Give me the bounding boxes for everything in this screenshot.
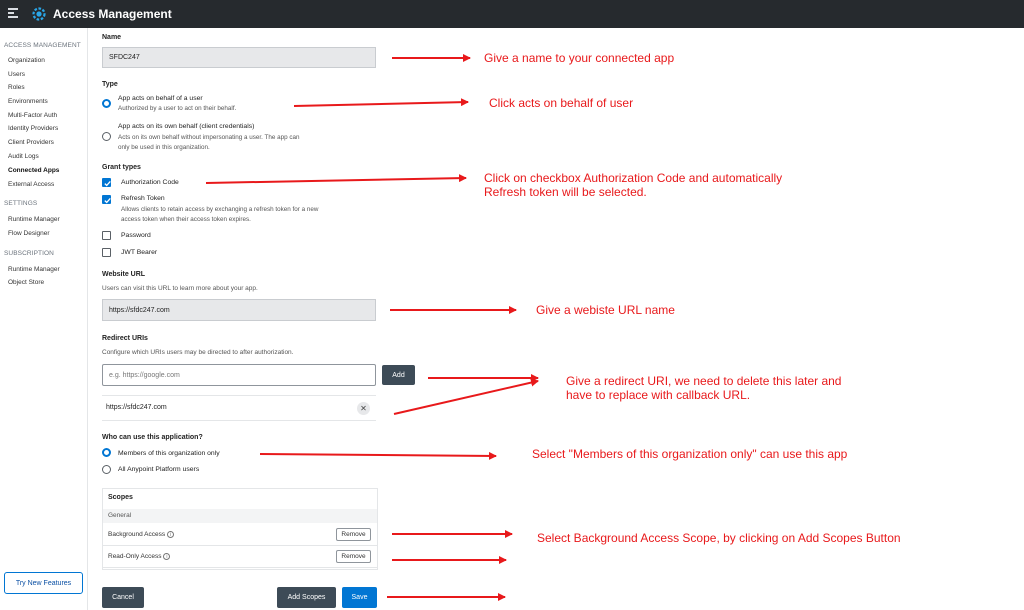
redirect-uris-label: Redirect URIs [102, 335, 148, 342]
sidebar-item-connected-apps[interactable]: Connected Apps [8, 167, 59, 174]
sidebar-item-organization[interactable]: Organization [8, 57, 45, 64]
top-bar: Access Management [0, 0, 1024, 28]
grant-jwt-bearer-label: JWT Bearer [121, 249, 158, 256]
sidebar-item-client-providers[interactable]: Client Providers [8, 139, 54, 146]
access-management-logo-icon [32, 7, 46, 21]
scopes-group-general: General [103, 509, 377, 523]
grant-types-label: Grant types [102, 164, 141, 171]
add-redirect-uri-button[interactable]: Add [382, 365, 415, 385]
sidebar-item-identity-providers[interactable]: Identity Providers [8, 125, 58, 132]
website-url-label: Website URL [102, 271, 146, 278]
option-desc-own-behalf-line2: only be used in this organization. [118, 144, 210, 151]
scopes-label: Scopes [108, 494, 133, 501]
sidebar-item-runtime-manager-subscription[interactable]: Runtime Manager [8, 266, 60, 273]
sidebar-item-environments[interactable]: Environments [8, 98, 48, 105]
annotation-website: Give a webiste URL name [536, 303, 675, 317]
grant-authorization-code-label: Authorization Code [121, 179, 179, 186]
hamburger-menu-icon[interactable] [8, 8, 20, 20]
add-scopes-button[interactable]: Add Scopes [277, 587, 336, 608]
annotation-grant-line1: Click on checkbox Authorization Code and… [484, 171, 783, 185]
checkbox-refresh-token[interactable] [102, 195, 111, 204]
sidebar-item-roles[interactable]: Roles [8, 84, 25, 91]
type-label: Type [102, 81, 118, 88]
radio-own-behalf[interactable] [102, 132, 111, 141]
sidebar-item-external-access[interactable]: External Access [8, 181, 54, 188]
sidebar-item-users[interactable]: Users [8, 71, 25, 78]
option-title-own-behalf: App acts on its own behalf (client crede… [118, 123, 255, 130]
scope-name: Background Access i [108, 531, 175, 538]
option-desc-own-behalf-line1: Acts on its own behalf without impersona… [118, 134, 300, 141]
sidebar: ACCESS MANAGEMENT Organization Users Rol… [0, 28, 88, 610]
try-new-features-button[interactable]: Try New Features [4, 572, 83, 594]
checkbox-jwt-bearer[interactable] [102, 248, 111, 257]
grant-refresh-token-desc-line2: access token when their access token exp… [121, 216, 251, 223]
app-title: Access Management [53, 7, 172, 21]
option-title-on-behalf-of-user: App acts on behalf of a user [118, 95, 203, 102]
sidebar-item-audit-logs[interactable]: Audit Logs [8, 153, 39, 160]
annotation-redirect-line2: have to replace with callback URL. [566, 388, 751, 402]
redirect-uris-help: Configure which URIs users may be direct… [102, 349, 294, 356]
scopes-table: Scopes General Background Access i Remove… [102, 488, 378, 570]
sidebar-item-flow-designer[interactable]: Flow Designer [8, 230, 50, 237]
info-icon[interactable]: i [167, 531, 175, 538]
redirect-uri-input[interactable]: e.g. https://google.com [102, 364, 376, 386]
arrow-redirect-row [393, 378, 539, 415]
annotation-grant-line2: Refresh token will be selected. [484, 185, 647, 199]
arrow-audience [259, 451, 497, 460]
sidebar-section-access-management: ACCESS MANAGEMENT [4, 42, 81, 49]
name-label: Name [102, 34, 122, 41]
radio-members-only[interactable] [102, 448, 111, 457]
option-members-only: Members of this organization only [118, 450, 220, 457]
annotation-type: Click acts on behalf of user [489, 96, 634, 110]
grant-password-label: Password [121, 232, 151, 239]
checkbox-password[interactable] [102, 231, 111, 240]
cancel-button[interactable]: Cancel [102, 587, 144, 608]
radio-on-behalf-of-user[interactable] [102, 99, 111, 108]
sidebar-section-settings: SETTINGS [4, 200, 38, 207]
radio-all-users[interactable] [102, 465, 111, 474]
arrow-grant [205, 174, 467, 184]
redirect-uri-value: https://sfdc247.com [106, 404, 167, 411]
website-url-field[interactable]: https://sfdc247.com [102, 299, 376, 321]
website-url-help: Users can visit this URL to learn more a… [102, 285, 258, 292]
sidebar-section-subscription: SUBSCRIPTION [4, 250, 54, 257]
annotation-audience: Select "Members of this organization onl… [532, 447, 848, 461]
save-button[interactable]: Save [342, 587, 377, 608]
arrow-type [293, 98, 469, 107]
info-icon[interactable]: i [163, 553, 171, 560]
remove-scope-button[interactable]: Remove [336, 528, 371, 541]
grant-refresh-token-desc-line1: Allows clients to retain access by excha… [121, 206, 319, 213]
option-all-users: All Anypoint Platform users [118, 466, 200, 473]
sidebar-item-multi-factor-auth[interactable]: Multi-Factor Auth [8, 112, 57, 119]
sidebar-item-object-store[interactable]: Object Store [8, 279, 44, 286]
remove-scope-button[interactable]: Remove [336, 550, 371, 563]
option-desc-on-behalf-of-user: Authorized by a user to act on their beh… [118, 105, 237, 112]
remove-uri-icon[interactable]: ✕ [357, 402, 370, 415]
sidebar-item-runtime-manager-settings[interactable]: Runtime Manager [8, 216, 60, 223]
annotation-scopes: Select Background Access Scope, by click… [537, 531, 901, 545]
grant-refresh-token-label: Refresh Token [121, 195, 165, 202]
scope-row-background-access: Background Access i Remove [103, 524, 377, 546]
redirect-uri-row: https://sfdc247.com ✕ [102, 395, 376, 421]
annotation-name: Give a name to your connected app [484, 51, 675, 65]
name-field[interactable]: SFDC247 [102, 47, 376, 68]
checkbox-authorization-code[interactable] [102, 178, 111, 187]
audience-label: Who can use this application? [102, 434, 203, 441]
scope-name: Read-Only Access i [108, 553, 171, 560]
scope-row-read-only-access: Read-Only Access i Remove [103, 546, 377, 568]
annotation-redirect-line1: Give a redirect URI, we need to delete t… [566, 374, 842, 388]
